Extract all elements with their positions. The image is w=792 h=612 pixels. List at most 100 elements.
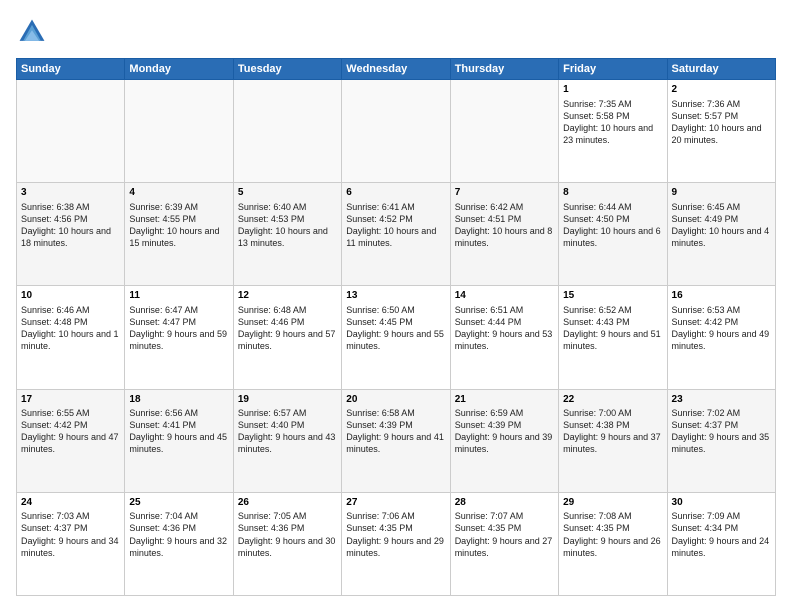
day-info: Sunrise: 6:44 AM Sunset: 4:50 PM Dayligh… (563, 201, 662, 250)
day-info: Sunrise: 7:08 AM Sunset: 4:35 PM Dayligh… (563, 510, 662, 559)
day-number: 19 (238, 393, 337, 407)
day-number: 17 (21, 393, 120, 407)
calendar-cell: 3Sunrise: 6:38 AM Sunset: 4:56 PM Daylig… (17, 183, 125, 286)
calendar-cell: 26Sunrise: 7:05 AM Sunset: 4:36 PM Dayli… (233, 492, 341, 595)
day-info: Sunrise: 6:39 AM Sunset: 4:55 PM Dayligh… (129, 201, 228, 250)
day-number: 2 (672, 83, 771, 97)
weekday-header-sunday: Sunday (17, 59, 125, 80)
day-number: 10 (21, 289, 120, 303)
calendar-cell: 17Sunrise: 6:55 AM Sunset: 4:42 PM Dayli… (17, 389, 125, 492)
day-number: 1 (563, 83, 662, 97)
day-number: 16 (672, 289, 771, 303)
day-info: Sunrise: 6:46 AM Sunset: 4:48 PM Dayligh… (21, 304, 120, 353)
week-row-5: 24Sunrise: 7:03 AM Sunset: 4:37 PM Dayli… (17, 492, 776, 595)
weekday-header-row: SundayMondayTuesdayWednesdayThursdayFrid… (17, 59, 776, 80)
day-number: 22 (563, 393, 662, 407)
day-info: Sunrise: 6:40 AM Sunset: 4:53 PM Dayligh… (238, 201, 337, 250)
day-number: 6 (346, 186, 445, 200)
day-number: 9 (672, 186, 771, 200)
week-row-2: 3Sunrise: 6:38 AM Sunset: 4:56 PM Daylig… (17, 183, 776, 286)
day-info: Sunrise: 7:02 AM Sunset: 4:37 PM Dayligh… (672, 407, 771, 456)
weekday-header-tuesday: Tuesday (233, 59, 341, 80)
calendar-table: SundayMondayTuesdayWednesdayThursdayFrid… (16, 58, 776, 596)
calendar-cell: 13Sunrise: 6:50 AM Sunset: 4:45 PM Dayli… (342, 286, 450, 389)
calendar-cell: 29Sunrise: 7:08 AM Sunset: 4:35 PM Dayli… (559, 492, 667, 595)
calendar-cell: 2Sunrise: 7:36 AM Sunset: 5:57 PM Daylig… (667, 80, 775, 183)
calendar-cell: 18Sunrise: 6:56 AM Sunset: 4:41 PM Dayli… (125, 389, 233, 492)
weekday-header-monday: Monday (125, 59, 233, 80)
day-info: Sunrise: 6:45 AM Sunset: 4:49 PM Dayligh… (672, 201, 771, 250)
day-number: 30 (672, 496, 771, 510)
day-number: 18 (129, 393, 228, 407)
calendar-cell: 14Sunrise: 6:51 AM Sunset: 4:44 PM Dayli… (450, 286, 558, 389)
day-info: Sunrise: 7:09 AM Sunset: 4:34 PM Dayligh… (672, 510, 771, 559)
day-number: 8 (563, 186, 662, 200)
calendar-cell: 16Sunrise: 6:53 AM Sunset: 4:42 PM Dayli… (667, 286, 775, 389)
day-info: Sunrise: 6:51 AM Sunset: 4:44 PM Dayligh… (455, 304, 554, 353)
day-info: Sunrise: 6:53 AM Sunset: 4:42 PM Dayligh… (672, 304, 771, 353)
calendar-cell: 1Sunrise: 7:35 AM Sunset: 5:58 PM Daylig… (559, 80, 667, 183)
day-info: Sunrise: 7:03 AM Sunset: 4:37 PM Dayligh… (21, 510, 120, 559)
calendar-cell: 22Sunrise: 7:00 AM Sunset: 4:38 PM Dayli… (559, 389, 667, 492)
weekday-header-thursday: Thursday (450, 59, 558, 80)
day-number: 13 (346, 289, 445, 303)
calendar-cell: 24Sunrise: 7:03 AM Sunset: 4:37 PM Dayli… (17, 492, 125, 595)
day-info: Sunrise: 7:07 AM Sunset: 4:35 PM Dayligh… (455, 510, 554, 559)
logo-icon (16, 16, 48, 48)
day-info: Sunrise: 6:41 AM Sunset: 4:52 PM Dayligh… (346, 201, 445, 250)
day-number: 26 (238, 496, 337, 510)
day-info: Sunrise: 7:05 AM Sunset: 4:36 PM Dayligh… (238, 510, 337, 559)
day-number: 25 (129, 496, 228, 510)
day-info: Sunrise: 6:55 AM Sunset: 4:42 PM Dayligh… (21, 407, 120, 456)
day-number: 23 (672, 393, 771, 407)
day-info: Sunrise: 6:47 AM Sunset: 4:47 PM Dayligh… (129, 304, 228, 353)
logo (16, 16, 52, 48)
day-info: Sunrise: 6:42 AM Sunset: 4:51 PM Dayligh… (455, 201, 554, 250)
calendar-cell: 15Sunrise: 6:52 AM Sunset: 4:43 PM Dayli… (559, 286, 667, 389)
day-info: Sunrise: 7:36 AM Sunset: 5:57 PM Dayligh… (672, 98, 771, 147)
week-row-1: 1Sunrise: 7:35 AM Sunset: 5:58 PM Daylig… (17, 80, 776, 183)
day-info: Sunrise: 7:06 AM Sunset: 4:35 PM Dayligh… (346, 510, 445, 559)
calendar-cell: 8Sunrise: 6:44 AM Sunset: 4:50 PM Daylig… (559, 183, 667, 286)
weekday-header-friday: Friday (559, 59, 667, 80)
day-info: Sunrise: 6:59 AM Sunset: 4:39 PM Dayligh… (455, 407, 554, 456)
calendar-cell: 19Sunrise: 6:57 AM Sunset: 4:40 PM Dayli… (233, 389, 341, 492)
day-info: Sunrise: 6:56 AM Sunset: 4:41 PM Dayligh… (129, 407, 228, 456)
weekday-header-wednesday: Wednesday (342, 59, 450, 80)
day-number: 7 (455, 186, 554, 200)
week-row-3: 10Sunrise: 6:46 AM Sunset: 4:48 PM Dayli… (17, 286, 776, 389)
calendar-cell: 11Sunrise: 6:47 AM Sunset: 4:47 PM Dayli… (125, 286, 233, 389)
calendar-cell (342, 80, 450, 183)
day-number: 14 (455, 289, 554, 303)
day-number: 11 (129, 289, 228, 303)
calendar-cell: 25Sunrise: 7:04 AM Sunset: 4:36 PM Dayli… (125, 492, 233, 595)
calendar-cell: 28Sunrise: 7:07 AM Sunset: 4:35 PM Dayli… (450, 492, 558, 595)
day-number: 28 (455, 496, 554, 510)
day-number: 4 (129, 186, 228, 200)
calendar-cell: 5Sunrise: 6:40 AM Sunset: 4:53 PM Daylig… (233, 183, 341, 286)
calendar-cell (125, 80, 233, 183)
calendar-cell (233, 80, 341, 183)
day-info: Sunrise: 6:58 AM Sunset: 4:39 PM Dayligh… (346, 407, 445, 456)
header (16, 16, 776, 48)
day-number: 21 (455, 393, 554, 407)
day-number: 29 (563, 496, 662, 510)
calendar-cell: 6Sunrise: 6:41 AM Sunset: 4:52 PM Daylig… (342, 183, 450, 286)
calendar-cell: 27Sunrise: 7:06 AM Sunset: 4:35 PM Dayli… (342, 492, 450, 595)
calendar-cell: 9Sunrise: 6:45 AM Sunset: 4:49 PM Daylig… (667, 183, 775, 286)
calendar-cell: 30Sunrise: 7:09 AM Sunset: 4:34 PM Dayli… (667, 492, 775, 595)
day-info: Sunrise: 6:57 AM Sunset: 4:40 PM Dayligh… (238, 407, 337, 456)
day-info: Sunrise: 6:48 AM Sunset: 4:46 PM Dayligh… (238, 304, 337, 353)
calendar-cell: 23Sunrise: 7:02 AM Sunset: 4:37 PM Dayli… (667, 389, 775, 492)
calendar-cell: 20Sunrise: 6:58 AM Sunset: 4:39 PM Dayli… (342, 389, 450, 492)
day-info: Sunrise: 7:04 AM Sunset: 4:36 PM Dayligh… (129, 510, 228, 559)
calendar-cell: 4Sunrise: 6:39 AM Sunset: 4:55 PM Daylig… (125, 183, 233, 286)
day-number: 3 (21, 186, 120, 200)
day-info: Sunrise: 6:38 AM Sunset: 4:56 PM Dayligh… (21, 201, 120, 250)
day-number: 12 (238, 289, 337, 303)
calendar-cell: 12Sunrise: 6:48 AM Sunset: 4:46 PM Dayli… (233, 286, 341, 389)
day-info: Sunrise: 7:00 AM Sunset: 4:38 PM Dayligh… (563, 407, 662, 456)
day-number: 15 (563, 289, 662, 303)
day-info: Sunrise: 7:35 AM Sunset: 5:58 PM Dayligh… (563, 98, 662, 147)
calendar-cell: 10Sunrise: 6:46 AM Sunset: 4:48 PM Dayli… (17, 286, 125, 389)
